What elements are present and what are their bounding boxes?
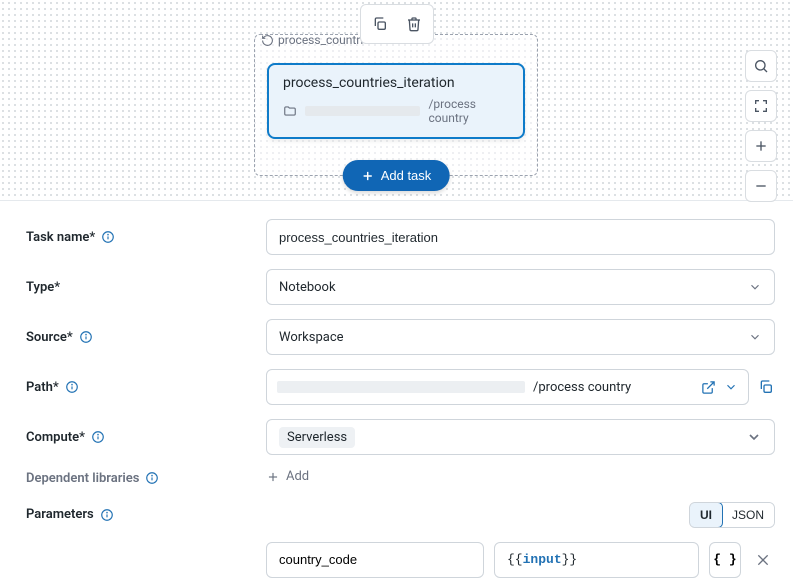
source-label: Source* bbox=[26, 330, 266, 345]
zoom-controls bbox=[745, 50, 777, 202]
delete-task-button[interactable] bbox=[399, 9, 429, 39]
add-library-label: Add bbox=[286, 469, 309, 484]
pipeline-canvas[interactable]: process_countries process_countries_iter… bbox=[0, 0, 793, 200]
info-icon[interactable] bbox=[101, 230, 115, 244]
chevron-down-icon bbox=[748, 280, 762, 294]
copy-path-button[interactable] bbox=[757, 378, 775, 396]
toggle-ui-button[interactable]: UI bbox=[689, 502, 723, 528]
minus-icon bbox=[753, 178, 769, 194]
source-value: Workspace bbox=[279, 330, 344, 345]
copy-task-button[interactable] bbox=[365, 9, 395, 39]
add-task-button[interactable]: Add task bbox=[343, 160, 450, 191]
task-name-label: Task name* bbox=[26, 230, 266, 245]
toggle-json-button[interactable]: JSON bbox=[722, 503, 774, 527]
close-icon bbox=[755, 552, 771, 568]
parameters-label: Parameters bbox=[26, 507, 266, 522]
param-remove-button[interactable] bbox=[751, 548, 775, 572]
compute-label: Compute* bbox=[26, 430, 266, 445]
type-label: Type* bbox=[26, 280, 266, 295]
chevron-down-icon[interactable] bbox=[724, 380, 738, 394]
param-key-input[interactable] bbox=[266, 542, 484, 578]
loop-container[interactable]: process_countries process_countries_iter… bbox=[254, 34, 538, 176]
external-link-icon[interactable] bbox=[701, 380, 716, 395]
redacted-path-prefix bbox=[277, 381, 525, 393]
param-value-input[interactable]: {{input}} bbox=[494, 542, 699, 578]
search-icon bbox=[753, 58, 769, 74]
param-template-button[interactable]: { } bbox=[709, 542, 741, 578]
task-name-input[interactable] bbox=[266, 219, 775, 255]
task-form: Task name* Type* Notebook Source* Worksp… bbox=[0, 200, 793, 578]
search-button[interactable] bbox=[745, 50, 777, 82]
task-card[interactable]: process_countries_iteration /process cou… bbox=[267, 63, 525, 139]
plus-icon bbox=[753, 138, 769, 154]
copy-icon bbox=[758, 379, 774, 395]
info-icon[interactable] bbox=[65, 380, 79, 394]
fullscreen-icon bbox=[753, 98, 769, 114]
info-icon[interactable] bbox=[79, 330, 93, 344]
zoom-out-button[interactable] bbox=[745, 170, 777, 202]
task-toolbar bbox=[360, 4, 434, 44]
redacted-path-prefix bbox=[305, 106, 420, 116]
info-icon[interactable] bbox=[100, 508, 114, 522]
add-library-button[interactable]: Add bbox=[266, 469, 309, 484]
task-card-path-suffix: /process country bbox=[428, 97, 509, 125]
add-task-label: Add task bbox=[381, 168, 432, 183]
path-input[interactable]: /process country bbox=[266, 369, 749, 405]
dependent-libraries-label: Dependent libraries bbox=[26, 471, 266, 486]
task-card-path: /process country bbox=[283, 97, 509, 125]
plus-icon bbox=[361, 169, 375, 183]
fullscreen-button[interactable] bbox=[745, 90, 777, 122]
source-select[interactable]: Workspace bbox=[266, 319, 775, 355]
plus-icon bbox=[266, 470, 280, 484]
chevron-down-icon bbox=[746, 429, 762, 445]
chevron-down-icon bbox=[748, 330, 762, 344]
info-icon[interactable] bbox=[91, 430, 105, 444]
info-icon[interactable] bbox=[145, 471, 159, 485]
parameters-view-toggle: UI JSON bbox=[689, 502, 775, 528]
loop-icon bbox=[261, 34, 274, 47]
parameter-row: {{input}} { } bbox=[266, 542, 775, 578]
trash-icon bbox=[406, 16, 422, 32]
compute-select[interactable]: Serverless bbox=[266, 419, 775, 455]
task-card-title: process_countries_iteration bbox=[283, 75, 509, 91]
type-select[interactable]: Notebook bbox=[266, 269, 775, 305]
path-label: Path* bbox=[26, 380, 266, 395]
copy-icon bbox=[372, 16, 388, 32]
compute-chip: Serverless bbox=[279, 427, 355, 448]
path-suffix: /process country bbox=[533, 380, 693, 395]
folder-icon bbox=[283, 104, 297, 118]
type-value: Notebook bbox=[279, 280, 336, 295]
zoom-in-button[interactable] bbox=[745, 130, 777, 162]
